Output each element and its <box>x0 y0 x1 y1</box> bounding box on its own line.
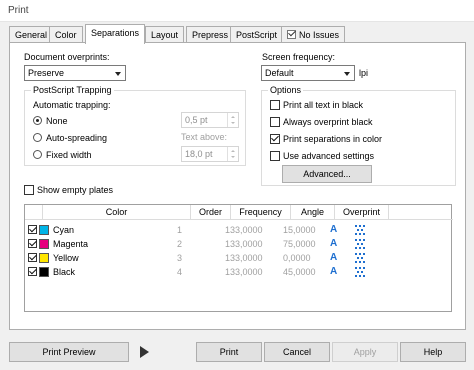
print-separations-color-label: Print separations in color <box>283 134 383 144</box>
tab-separations[interactable]: Separations <box>85 24 146 44</box>
use-advanced-settings-checkbox[interactable] <box>270 151 280 161</box>
text-overprint-icon[interactable]: A <box>330 238 337 250</box>
black-swatch <box>39 267 49 277</box>
advanced-button[interactable]: Advanced... <box>282 165 372 183</box>
document-overprints-label: Document overprints: <box>24 52 110 62</box>
color-name: Black <box>53 267 76 277</box>
apply-button[interactable]: Apply <box>332 342 398 362</box>
table-row[interactable]: Yellow 3 133,0000 0,0000 A <box>25 251 451 265</box>
print-button[interactable]: Print <box>196 342 262 362</box>
spin-arrows-icon <box>227 147 238 161</box>
frequency-value: 133,0000 <box>225 267 263 277</box>
tab-postscript[interactable]: PostScript <box>230 26 284 43</box>
separations-table: Color Order Frequency Angle Overprint Cy… <box>24 204 453 312</box>
show-empty-plates-label: Show empty plates <box>37 185 114 195</box>
text-overprint-icon[interactable]: A <box>330 224 337 236</box>
tab-layout[interactable]: Layout <box>145 26 185 43</box>
use-advanced-settings-label: Use advanced settings <box>283 151 375 161</box>
options-group-title: Options <box>268 85 304 95</box>
trapping-group-title: PostScript Trapping <box>31 85 114 95</box>
order-value: 3 <box>177 253 183 263</box>
text-overprint-icon[interactable]: A <box>330 252 337 264</box>
print-all-text-black-label: Print all text in black <box>283 100 364 110</box>
graphics-overprint-icon[interactable] <box>355 253 365 263</box>
plate-checkbox[interactable] <box>28 267 37 276</box>
table-row[interactable]: Magenta 2 133,0000 75,0000 A <box>25 237 451 251</box>
show-empty-plates-checkbox[interactable] <box>24 185 34 195</box>
print-preview-button[interactable]: Print Preview <box>9 342 129 362</box>
table-row[interactable]: Black 4 133,0000 45,0000 A <box>25 265 451 279</box>
text-overprint-icon[interactable]: A <box>330 266 337 278</box>
always-overprint-black-checkbox[interactable] <box>270 117 280 127</box>
trapping-fixed-width-radio[interactable] <box>33 150 42 159</box>
spin-arrows-icon <box>227 113 238 127</box>
trapping-fixed-width-label: Fixed width <box>46 150 92 160</box>
screen-frequency-label: Screen frequency: <box>262 52 336 62</box>
separations-panel: Document overprints: Preserve Screen fre… <box>9 42 466 330</box>
plate-checkbox[interactable] <box>28 253 37 262</box>
window-title: Print <box>8 5 29 16</box>
help-button[interactable]: Help <box>400 342 466 362</box>
postscript-trapping-group: PostScript Trapping Automatic trapping: … <box>24 85 246 166</box>
graphics-overprint-icon[interactable] <box>355 267 365 277</box>
magenta-swatch <box>39 239 49 249</box>
graphics-overprint-icon[interactable] <box>355 225 365 235</box>
no-issues-icon <box>287 30 296 39</box>
tab-color[interactable]: Color <box>49 26 83 43</box>
angle-value: 15,0000 <box>283 225 316 235</box>
cancel-button[interactable]: Cancel <box>264 342 330 362</box>
plate-checkbox[interactable] <box>28 239 37 248</box>
tab-prepress[interactable]: Prepress <box>186 26 235 43</box>
angle-value: 45,0000 <box>283 267 316 277</box>
title-bar: Print <box>0 0 474 22</box>
automatic-trapping-label: Automatic trapping: <box>33 100 111 110</box>
text-above-label: Text above: <box>181 132 228 142</box>
document-overprints-select[interactable]: Preserve <box>24 65 126 81</box>
plate-checkbox[interactable] <box>28 225 37 234</box>
play-icon[interactable] <box>140 346 149 358</box>
spread-width-spinbox[interactable]: 0,5 pt <box>181 112 239 128</box>
color-name: Yellow <box>53 253 79 263</box>
options-group: Options Print all text in black Always o… <box>261 85 456 186</box>
print-all-text-black-checkbox[interactable] <box>270 100 280 110</box>
trapping-none-label: None <box>46 116 68 126</box>
cyan-swatch <box>39 225 49 235</box>
table-header-order: Order <box>191 205 231 220</box>
table-header-filler <box>389 205 453 220</box>
yellow-swatch <box>39 253 49 263</box>
print-separations-color-checkbox[interactable] <box>270 134 280 144</box>
order-value: 1 <box>177 225 183 235</box>
always-overprint-black-label: Always overprint black <box>283 117 373 127</box>
angle-value: 0,0000 <box>283 253 311 263</box>
frequency-value: 133,0000 <box>225 253 263 263</box>
chevron-down-icon <box>344 72 350 76</box>
trapping-auto-spreading-label: Auto-spreading <box>46 133 108 143</box>
angle-value: 75,0000 <box>283 239 316 249</box>
frequency-value: 133,0000 <box>225 239 263 249</box>
text-above-spinbox[interactable]: 18,0 pt <box>181 146 239 162</box>
table-header-check <box>25 205 43 220</box>
table-row[interactable]: Cyan 1 133,0000 15,0000 A <box>25 223 451 237</box>
color-name: Magenta <box>53 239 89 249</box>
tab-general[interactable]: General <box>9 26 54 43</box>
order-value: 2 <box>177 239 183 249</box>
trapping-none-radio[interactable] <box>33 116 42 125</box>
lpi-unit: lpi <box>359 68 369 78</box>
table-header-frequency: Frequency <box>231 205 291 220</box>
order-value: 4 <box>177 267 183 277</box>
color-name: Cyan <box>53 225 75 235</box>
graphics-overprint-icon[interactable] <box>355 239 365 249</box>
table-header-color: Color <box>43 205 191 220</box>
screen-frequency-select[interactable]: Default <box>261 65 355 81</box>
frequency-value: 133,0000 <box>225 225 263 235</box>
trapping-auto-spreading-radio[interactable] <box>33 133 42 142</box>
tab-no-issues[interactable]: No Issues <box>281 26 346 43</box>
table-header-overprint: Overprint <box>335 205 389 220</box>
chevron-down-icon <box>115 72 121 76</box>
table-header-angle: Angle <box>291 205 335 220</box>
